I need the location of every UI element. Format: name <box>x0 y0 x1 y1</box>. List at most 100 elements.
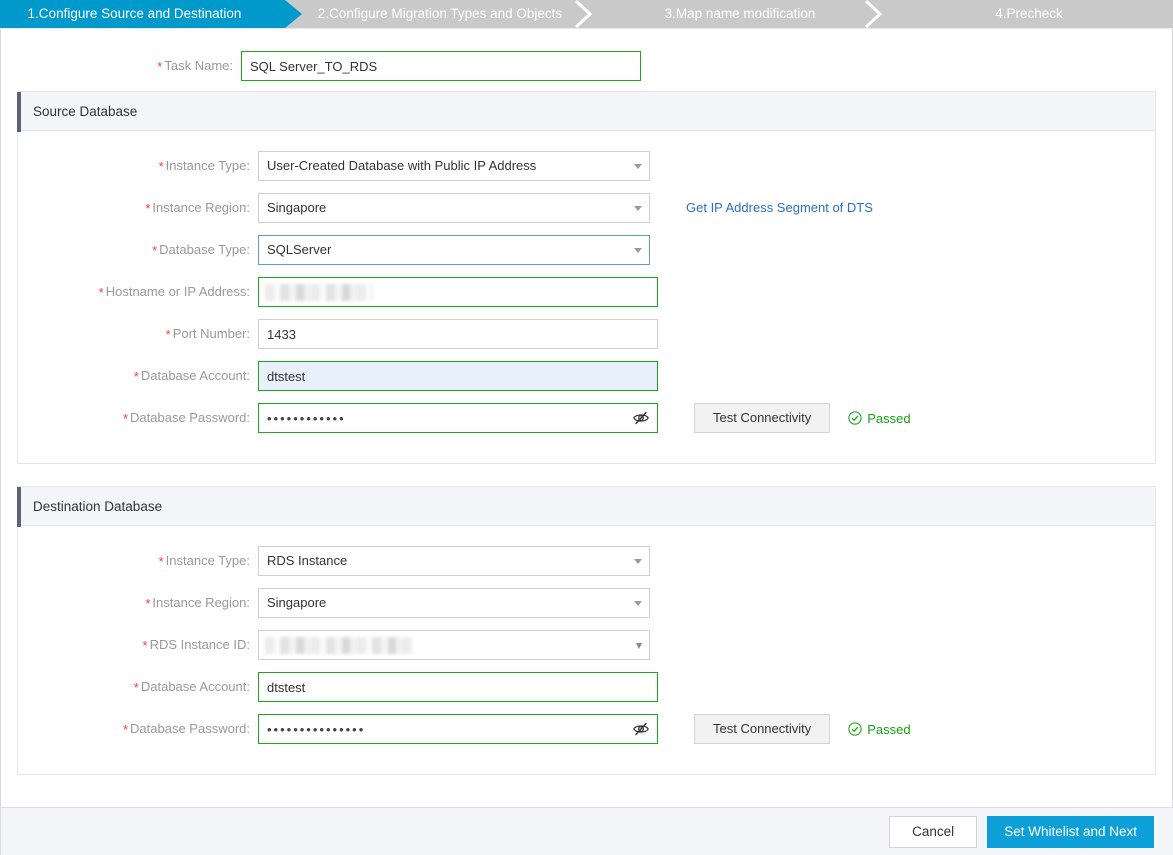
destination-account-label: * Database Account: <box>133 679 250 695</box>
destination-database-account-input[interactable] <box>258 672 658 702</box>
redacted-value <box>265 637 413 654</box>
required-asterisk-icon: * <box>145 596 151 611</box>
configuration-card: *Task Name: Source Database *Instance Ty… <box>0 29 1173 855</box>
required-asterisk-icon: * <box>145 201 151 216</box>
destination-connectivity-status-badge: Passed <box>848 722 911 737</box>
source-instance-region-row: * Instance Region: Singapore Get IP Addre… <box>18 193 1155 235</box>
destination-instance-type-select[interactable]: RDS Instance <box>258 546 650 576</box>
source-port-input[interactable] <box>258 319 658 349</box>
step-separator-chevron-icon-1 <box>574 0 593 28</box>
required-asterisk-icon: * <box>158 554 164 569</box>
source-instance-type-value: User-Created Database with Public IP Add… <box>267 158 537 173</box>
required-asterisk-icon: * <box>157 59 163 74</box>
destination-password-row: *Database Password: Test Connectivity <box>18 714 1155 756</box>
task-name-input[interactable] <box>241 51 641 81</box>
source-connectivity-status-badge: Passed <box>848 410 911 426</box>
destination-database-password-input[interactable] <box>258 714 658 744</box>
chevron-down-icon <box>634 248 642 253</box>
section-accent-bar <box>17 487 21 527</box>
chevron-down-icon <box>634 601 642 606</box>
destination-rds-instance-id-row: * RDS Instance ID: <box>18 630 1155 672</box>
source-hostname-control <box>258 277 658 307</box>
task-name-label: * Task Name: <box>157 58 233 74</box>
destination-instance-region-value: Singapore <box>267 595 327 610</box>
source-hostname-row: * Hostname or IP Address: <box>18 277 1155 319</box>
source-database-fields: * Instance Type: User-Created Database wi… <box>17 131 1156 464</box>
source-database-type-label: * Database Type: <box>152 242 250 258</box>
source-account-control <box>258 361 658 391</box>
source-instance-type-row: * Instance Type: User-Created Database wi… <box>18 151 1155 193</box>
eye-off-icon[interactable] <box>632 720 650 738</box>
wizard-stepper: 1.Configure Source and Destination 2.Con… <box>0 0 1173 28</box>
chevron-down-icon <box>636 643 642 649</box>
destination-database-title: Destination Database <box>33 498 163 514</box>
required-asterisk-icon: * <box>98 285 104 300</box>
required-asterisk-icon: * <box>133 680 139 695</box>
destination-rds-instance-id-label: * RDS Instance ID: <box>142 637 251 653</box>
required-asterisk-icon: * <box>133 369 139 384</box>
source-database-password-input[interactable] <box>258 403 658 433</box>
step-separator-chevron-icon-2 <box>864 0 883 28</box>
required-asterisk-icon: * <box>142 638 148 653</box>
check-circle-icon <box>848 722 862 736</box>
cancel-button[interactable]: Cancel <box>889 815 978 848</box>
destination-test-connectivity-area: Test Connectivity Passed <box>694 714 911 744</box>
step-1-configure-source-destination[interactable]: 1.Configure Source and Destination <box>0 0 285 28</box>
source-database-account-input[interactable] <box>258 361 658 391</box>
source-hostname-label: * Hostname or IP Address: <box>98 284 250 300</box>
step-2-label: 2.Configure Migration Types and Objects <box>317 6 563 21</box>
source-database-type-value: SQLServer <box>267 242 332 257</box>
destination-test-connectivity-button[interactable]: Test Connectivity <box>694 714 831 744</box>
source-port-control <box>258 319 658 349</box>
source-password-label: * Database Password: <box>122 410 250 426</box>
required-asterisk-icon: * <box>122 722 129 737</box>
step-4-precheck[interactable]: 4.Precheck <box>885 0 1173 28</box>
get-ip-address-segment-link[interactable]: Get IP Address Segment of DTS <box>686 193 873 223</box>
chevron-down-icon <box>634 559 642 564</box>
destination-account-control <box>258 672 658 702</box>
source-instance-type-label: * Instance Type: <box>158 158 250 174</box>
destination-instance-type-row: * Instance Type: RDS Instance <box>18 546 1155 588</box>
chevron-down-icon <box>634 164 642 169</box>
form-footer: Cancel Set Whitelist and Next <box>1 807 1173 855</box>
step-3-label: 3.Map name modification <box>664 6 816 21</box>
source-instance-region-select[interactable]: Singapore <box>258 193 650 223</box>
destination-rds-instance-id-select[interactable] <box>258 630 650 660</box>
destination-password-label: * Database Password: <box>122 721 250 737</box>
step-4-label: 4.Precheck <box>995 6 1063 21</box>
configuration-form: *Task Name: Source Database *Instance Ty… <box>1 29 1172 775</box>
step-1-chevron-icon <box>285 0 302 28</box>
destination-instance-type-label: * Instance Type: <box>158 553 250 569</box>
eye-off-icon[interactable] <box>632 409 650 427</box>
check-circle-icon <box>848 411 862 425</box>
destination-account-row: * Database Account: <box>18 672 1155 714</box>
destination-instance-type-value: RDS Instance <box>267 553 348 568</box>
source-test-connectivity-button[interactable]: Test Connectivity <box>694 403 831 433</box>
source-password-row: *Database Password: Test Connectivity <box>18 403 1155 445</box>
source-database-type-select[interactable]: SQLServer <box>258 235 650 265</box>
source-account-row: * Database Account: <box>18 361 1155 403</box>
source-instance-region-value: Singapore <box>267 200 327 215</box>
source-instance-region-label: * Instance Region: <box>145 200 250 216</box>
ip-segment-link-area: Get IP Address Segment of DTS <box>686 193 873 223</box>
source-database-section-header: Source Database <box>17 91 1156 132</box>
source-instance-type-select[interactable]: User-Created Database with Public IP Add… <box>258 151 650 181</box>
destination-password-control <box>258 714 658 744</box>
set-whitelist-and-next-button[interactable]: Set Whitelist and Next <box>987 815 1154 848</box>
destination-database-fields: * Instance Type: RDS Instance * Instance R… <box>17 526 1156 775</box>
step-3-map-name-modification[interactable]: 3.Map name modification <box>595 0 885 28</box>
source-database-type-row: * Database Type: SQLServer <box>18 235 1155 277</box>
source-port-row: * Port Number: <box>18 319 1155 361</box>
destination-instance-region-label: * Instance Region: <box>145 595 250 611</box>
step-2-configure-migration-types[interactable]: 2.Configure Migration Types and Objects <box>285 0 595 28</box>
section-accent-bar <box>17 92 21 132</box>
source-password-control <box>258 403 658 433</box>
task-name-row: * Task Name: <box>1 29 1172 91</box>
step-1-label: 1.Configure Source and Destination <box>27 6 242 21</box>
source-hostname-input[interactable] <box>258 277 658 307</box>
destination-instance-region-row: * Instance Region: Singapore <box>18 588 1155 630</box>
destination-instance-region-select[interactable]: Singapore <box>258 588 650 618</box>
source-test-connectivity-area: Test Connectivity Passed <box>694 403 911 433</box>
required-asterisk-icon: * <box>158 159 164 174</box>
source-status-text: Passed <box>867 410 911 426</box>
